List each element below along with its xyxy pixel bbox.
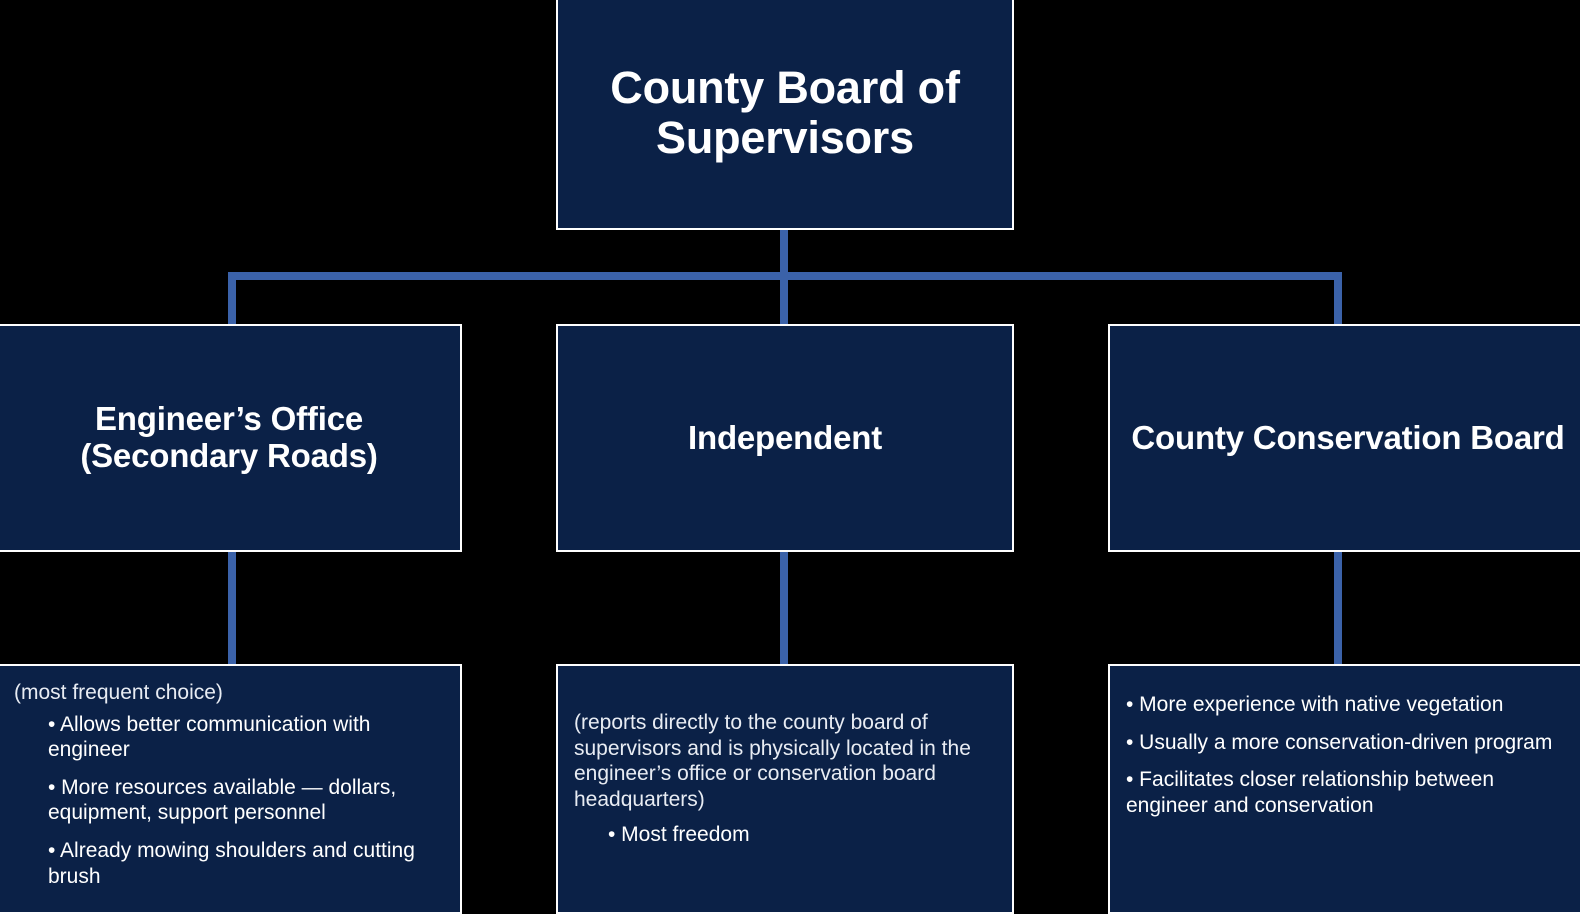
detail-content-conservation: • More experience with native vegetation… [1110, 666, 1580, 828]
detail-bullet-list-independent: • Most freedom [574, 822, 996, 848]
connector-conservation-to-detail [1334, 552, 1342, 666]
connector-drop-to-independent [780, 272, 788, 326]
list-item: • Facilitates closer relationship betwee… [1126, 768, 1495, 817]
list-item: • Most freedom [608, 823, 750, 847]
node-independent[interactable]: Independent [556, 324, 1014, 552]
node-county-conservation-board[interactable]: County Conservation Board [1108, 324, 1580, 552]
node-county-board-of-supervisors[interactable]: County Board of Supervisors [556, 0, 1014, 230]
node-engineers-office[interactable]: Engineer’s Office (Secondary Roads) [0, 324, 462, 552]
list-item: • Usually a more conservation-driven pro… [1126, 730, 1553, 754]
detail-content-engineer: (most frequent choice) • Allows better c… [0, 666, 460, 899]
detail-bullet-list-engineer: • Allows better communication with engin… [14, 712, 444, 890]
detail-lead-independent: (reports directly to the county board of… [574, 711, 971, 811]
node-label-independent: Independent [688, 418, 882, 456]
list-item: • More resources available — dollars, eq… [48, 775, 397, 825]
org-chart-canvas: County Board of Supervisors Engineer’s O… [0, 0, 1580, 914]
detail-box-engineers-office[interactable]: (most frequent choice) • Allows better c… [0, 664, 462, 914]
node-label-engineer: Engineer’s Office (Secondary Roads) [80, 400, 378, 474]
node-label-conservation: County Conservation Board [1131, 418, 1565, 456]
list-item: • More experience with native vegetation [1126, 693, 1504, 716]
list-item: • Allows better communication with engin… [48, 712, 371, 762]
connector-drop-to-conservation [1334, 272, 1342, 326]
detail-bullet-list-conservation: • More experience with native vegetation… [1126, 692, 1570, 818]
connector-engineer-to-detail [228, 552, 236, 666]
connector-independent-to-detail [780, 552, 788, 666]
detail-content-independent: (reports directly to the county board of… [558, 666, 1012, 858]
detail-box-independent[interactable]: (reports directly to the county board of… [556, 664, 1014, 914]
node-label-root: County Board of Supervisors [610, 61, 960, 163]
list-item: • Already mowing shoulders and cutting b… [48, 839, 415, 888]
detail-lead-engineer: (most frequent choice) [14, 681, 223, 704]
detail-box-conservation[interactable]: • More experience with native vegetation… [1108, 664, 1580, 914]
connector-drop-to-engineer [228, 272, 236, 326]
